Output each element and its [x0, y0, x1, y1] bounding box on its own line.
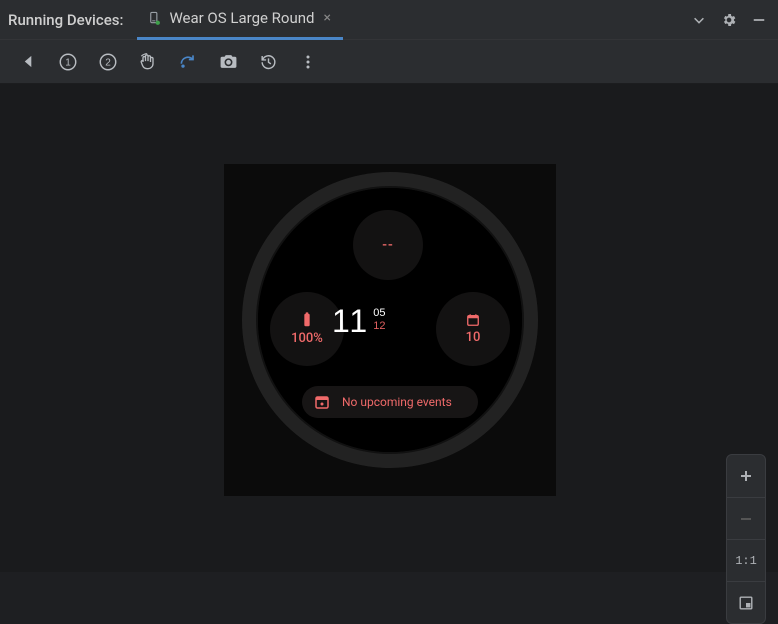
- clock-time: 11 05 12: [332, 303, 385, 340]
- zoom-out-button[interactable]: [727, 497, 765, 539]
- device-tab[interactable]: Wear OS Large Round ×: [137, 0, 343, 40]
- clock-seconds: 12: [373, 320, 385, 333]
- one-to-one-label: 1:1: [735, 554, 757, 568]
- zoom-fit-button[interactable]: [727, 581, 765, 623]
- screenshot-camera-icon[interactable]: [214, 48, 242, 76]
- watch-screen[interactable]: -- 100% 10 11 05: [258, 188, 522, 452]
- panel-title: Running Devices:: [8, 11, 133, 29]
- device-frame: -- 100% 10 11 05: [224, 164, 556, 496]
- dropdown-chevron-icon[interactable]: [686, 7, 712, 33]
- battery-value: 100%: [291, 331, 323, 346]
- watch-bezel: -- 100% 10 11 05: [242, 172, 538, 468]
- clock-hours: 11: [332, 303, 369, 340]
- close-tab-icon[interactable]: ×: [321, 10, 332, 26]
- minimize-icon[interactable]: [746, 7, 772, 33]
- svg-text:1: 1: [65, 57, 71, 68]
- reset-time-icon[interactable]: [254, 48, 282, 76]
- clock-minutes: 05: [373, 307, 385, 320]
- button-two-icon[interactable]: 2: [94, 48, 122, 76]
- button-one-icon[interactable]: 1: [54, 48, 82, 76]
- gear-icon[interactable]: [716, 7, 742, 33]
- complication-top-value: --: [382, 237, 394, 253]
- palm-gesture-icon[interactable]: [134, 48, 162, 76]
- complication-calendar[interactable]: 10: [436, 292, 510, 366]
- tilt-icon[interactable]: [174, 48, 202, 76]
- zoom-in-button[interactable]: [727, 455, 765, 497]
- phone-icon: [147, 11, 162, 26]
- battery-icon: [301, 312, 313, 328]
- emulator-toolbar: 1 2: [0, 40, 778, 84]
- complication-top[interactable]: --: [353, 210, 423, 280]
- event-calendar-icon: [314, 394, 330, 410]
- more-vert-icon[interactable]: [294, 48, 322, 76]
- window-topbar: Running Devices: Wear OS Large Round ×: [0, 0, 778, 40]
- back-button[interactable]: [14, 48, 42, 76]
- calendar-icon: [466, 313, 480, 327]
- calendar-day-value: 10: [466, 330, 481, 345]
- complication-events[interactable]: No upcoming events: [302, 386, 478, 418]
- zoom-controls: 1:1: [726, 454, 766, 624]
- device-tab-label: Wear OS Large Round: [169, 9, 314, 27]
- events-text: No upcoming events: [342, 395, 452, 409]
- zoom-actual-button[interactable]: 1:1: [727, 539, 765, 581]
- svg-text:2: 2: [105, 57, 111, 68]
- emulator-viewport: -- 100% 10 11 05: [0, 84, 778, 572]
